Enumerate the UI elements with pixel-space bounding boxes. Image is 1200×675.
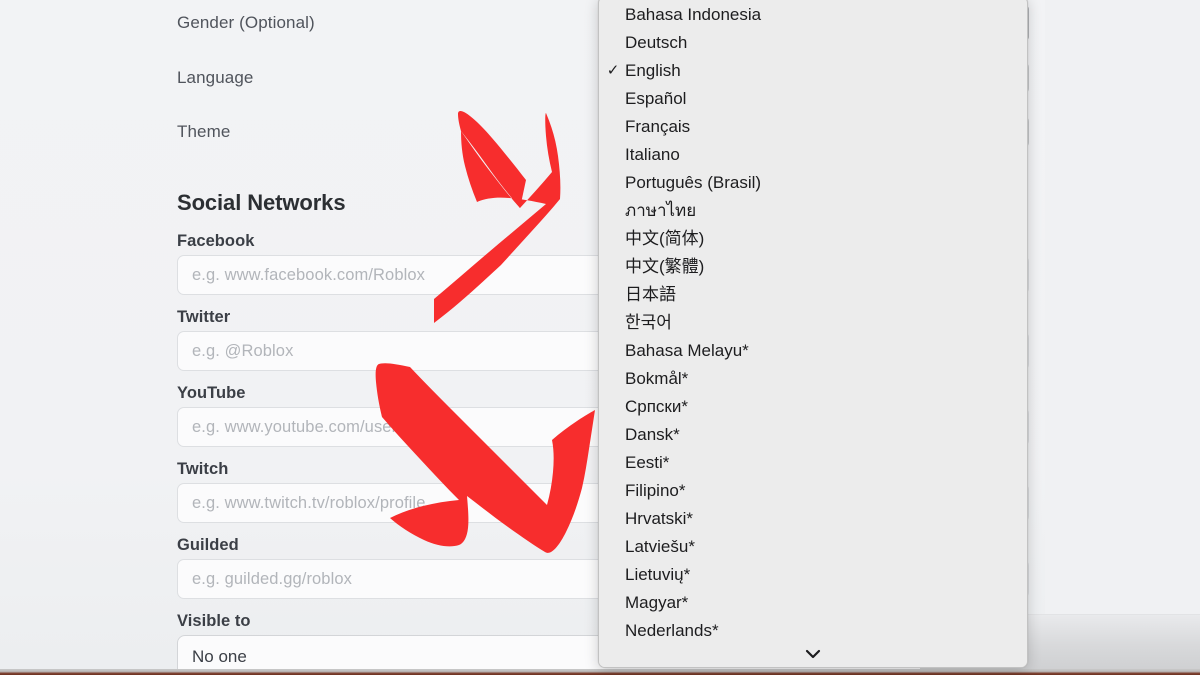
language-option[interactable]: ภาษาไทย <box>599 197 1027 225</box>
language-option[interactable]: Deutsch <box>599 29 1027 57</box>
language-option[interactable]: 한국어 <box>599 309 1027 337</box>
window-bottom-strip <box>0 669 1200 675</box>
language-option-label: Español <box>625 89 686 108</box>
language-option[interactable]: ✓ English <box>599 57 1027 85</box>
language-option-label: Bahasa Melayu* <box>625 341 749 360</box>
language-option[interactable]: Hrvatski* <box>599 505 1027 533</box>
language-option-label: Hrvatski* <box>625 509 693 528</box>
checkmark-icon: ✓ <box>606 57 620 85</box>
twitch-placeholder: e.g. www.twitch.tv/roblox/profile <box>192 494 425 513</box>
language-option-label: Deutsch <box>625 33 687 52</box>
language-option[interactable]: Español <box>599 85 1027 113</box>
twitter-placeholder: e.g. @Roblox <box>192 342 293 361</box>
language-option[interactable]: Français <box>599 113 1027 141</box>
language-option[interactable]: Lietuvių* <box>599 561 1027 589</box>
language-option[interactable]: Filipino* <box>599 477 1027 505</box>
language-option-label: Lietuvių* <box>625 565 690 584</box>
language-option[interactable]: Latviešu* <box>599 533 1027 561</box>
twitch-label: Twitch <box>177 460 228 479</box>
language-option-label: Српски* <box>625 397 688 416</box>
language-option[interactable]: Bahasa Melayu* <box>599 337 1027 365</box>
language-option-label: Português (Brasil) <box>625 173 761 192</box>
language-option-list[interactable]: Bahasa Indonesia Deutsch ✓ English Español Fr… <box>599 1 1027 645</box>
language-option[interactable]: Dansk* <box>599 421 1027 449</box>
language-option[interactable]: 中文(简体) <box>599 225 1027 253</box>
language-option-label: Filipino* <box>625 481 685 500</box>
language-option[interactable]: Bokmål* <box>599 365 1027 393</box>
language-option[interactable]: 中文(繁體) <box>599 253 1027 281</box>
language-option-label: Magyar* <box>625 593 688 612</box>
youtube-label: YouTube <box>177 384 245 403</box>
language-option-label: Nederlands* <box>625 621 719 640</box>
visible-to-label: Visible to <box>177 612 251 631</box>
language-option-label: English <box>625 61 681 80</box>
social-networks-heading: Social Networks <box>177 190 345 216</box>
language-option-label: 日本語 <box>625 285 676 304</box>
language-option-label: Eesti* <box>625 453 669 472</box>
language-option-label: Italiano <box>625 145 680 164</box>
language-option[interactable]: Português (Brasil) <box>599 169 1027 197</box>
language-option[interactable]: Eesti* <box>599 449 1027 477</box>
language-option-label: Bahasa Indonesia <box>625 5 761 24</box>
language-option-label: 한국어 <box>625 313 672 332</box>
theme-label: Theme <box>177 122 230 142</box>
language-option[interactable]: Italiano <box>599 141 1027 169</box>
language-option[interactable]: Српски* <box>599 393 1027 421</box>
language-option[interactable]: Bahasa Indonesia <box>599 1 1027 29</box>
guilded-label: Guilded <box>177 536 239 555</box>
language-option[interactable]: Magyar* <box>599 589 1027 617</box>
guilded-placeholder: e.g. guilded.gg/roblox <box>192 570 352 589</box>
language-option[interactable]: 日本語 <box>599 281 1027 309</box>
youtube-placeholder: e.g. www.youtube.com/user/Roblox <box>192 418 454 437</box>
visible-to-value: No one <box>192 647 247 667</box>
language-option-label: Français <box>625 117 690 136</box>
language-option-label: Bokmål* <box>625 369 688 388</box>
chevron-down-icon <box>805 649 821 659</box>
language-option-label: ภาษาไทย <box>625 201 696 220</box>
language-dropdown-menu[interactable]: Bahasa Indonesia Deutsch ✓ English Español Fr… <box>598 0 1028 668</box>
gender-label: Gender (Optional) <box>177 13 315 33</box>
facebook-label: Facebook <box>177 232 254 251</box>
dropdown-scroll-down-button[interactable] <box>599 641 1027 667</box>
screen-root: Gender (Optional) Language Theme Social … <box>0 0 1200 675</box>
language-option-label: 中文(简体) <box>625 229 704 248</box>
facebook-placeholder: e.g. www.facebook.com/Roblox <box>192 266 425 285</box>
twitter-label: Twitter <box>177 308 230 327</box>
language-label: Language <box>177 68 253 88</box>
language-option-label: Latviešu* <box>625 537 695 556</box>
language-option-label: 中文(繁體) <box>625 257 704 276</box>
language-option-label: Dansk* <box>625 425 680 444</box>
